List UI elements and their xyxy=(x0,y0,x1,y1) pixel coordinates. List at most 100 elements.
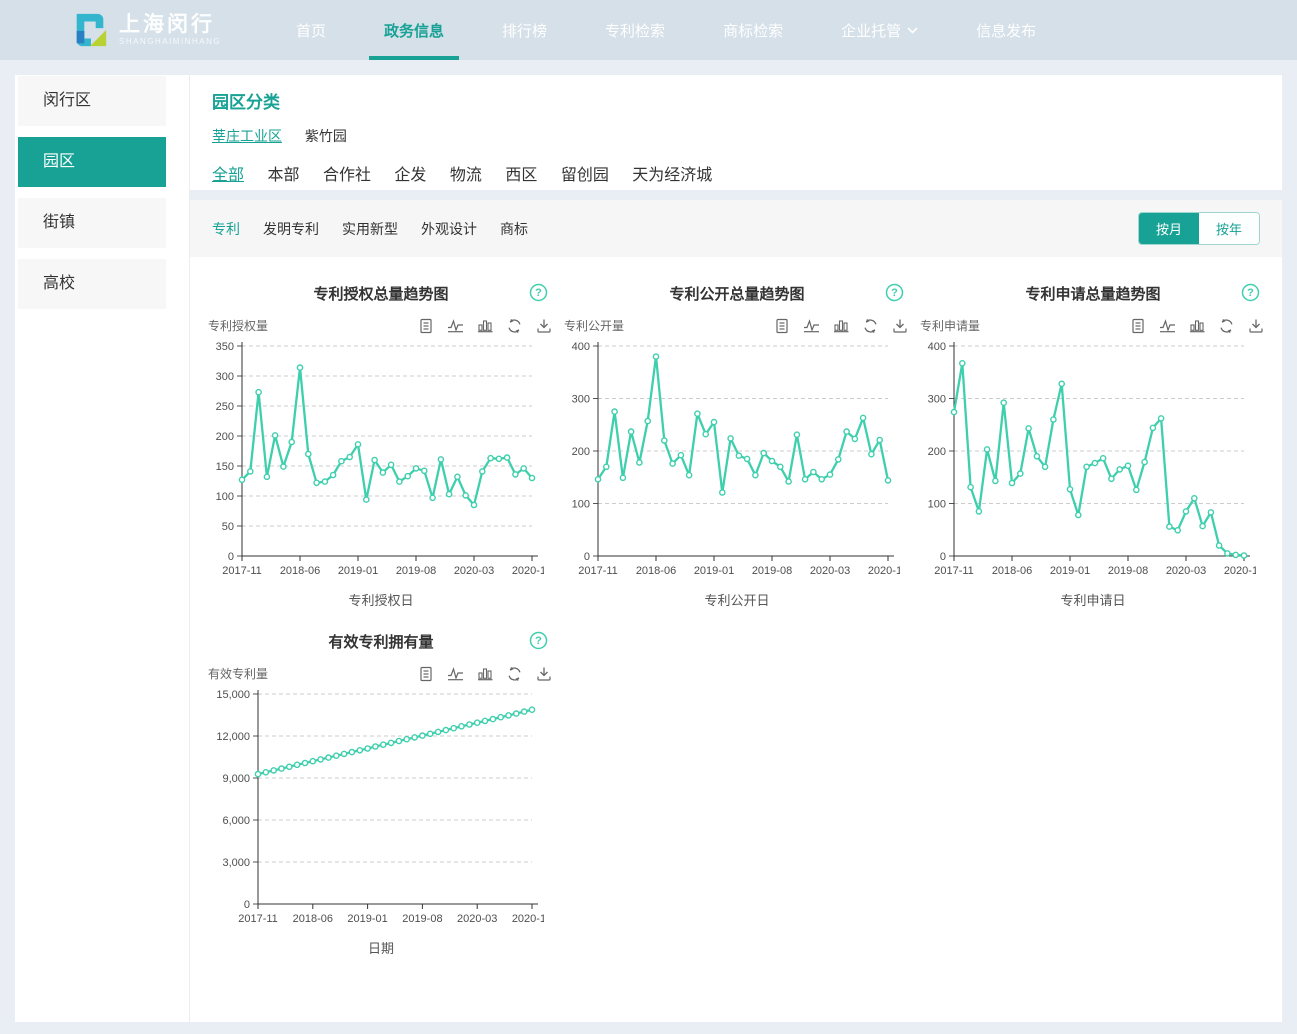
download-icon[interactable] xyxy=(892,318,908,334)
svg-text:400: 400 xyxy=(928,341,946,353)
nav-item-gov-info[interactable]: 政务信息 xyxy=(369,0,459,60)
logo-icon xyxy=(70,11,110,49)
logo[interactable]: 上海闵行 SHANGHAIMINHANG xyxy=(70,0,245,60)
line-chart-plot[interactable]: 0501001502002503003502017-112018-062019-… xyxy=(204,336,544,588)
refresh-icon[interactable] xyxy=(506,666,523,682)
line-chart-icon[interactable] xyxy=(803,318,820,334)
bar-chart-icon[interactable] xyxy=(477,666,493,682)
chart-card-valid-patents: 有效专利拥有量 ? 有效专利量 03,0006,0009,000 xyxy=(204,619,558,957)
svg-text:400: 400 xyxy=(572,341,590,353)
chart-title: 有效专利拥有量 xyxy=(328,631,433,652)
nav-item-home[interactable]: 首页 xyxy=(281,0,341,60)
line-chart-icon[interactable] xyxy=(447,318,464,334)
data-view-icon[interactable] xyxy=(418,666,434,682)
bar-chart-icon[interactable] xyxy=(1189,318,1205,334)
data-view-icon[interactable] xyxy=(1130,318,1146,334)
nav-item-info-publish[interactable]: 信息发布 xyxy=(961,0,1051,60)
svg-text:?: ? xyxy=(891,287,898,299)
svg-text:2020-03: 2020-03 xyxy=(457,913,497,925)
line-chart-plot[interactable]: 01002003004002017-112018-062019-012019-0… xyxy=(560,336,900,588)
line-chart-icon[interactable] xyxy=(447,666,464,682)
nav-item-ranking[interactable]: 排行榜 xyxy=(487,0,562,60)
tab-utility-model[interactable]: 实用新型 xyxy=(342,219,398,239)
svg-text:9,000: 9,000 xyxy=(222,773,250,785)
filter-link-liuchuangyuan[interactable]: 留创园 xyxy=(561,167,609,184)
park-link-xinzhuang[interactable]: 莘庄工业区 xyxy=(212,128,282,144)
tab-patent[interactable]: 专利 xyxy=(212,219,240,239)
page-title: 园区分类 xyxy=(212,88,1260,113)
svg-text:2018-06: 2018-06 xyxy=(636,565,676,577)
help-icon[interactable]: ? xyxy=(529,283,548,302)
svg-text:0: 0 xyxy=(228,551,234,563)
sidebar-item-parks[interactable]: 园区 xyxy=(18,137,166,187)
line-chart-plot[interactable]: 03,0006,0009,00012,00015,0002017-112018-… xyxy=(204,684,544,936)
data-view-icon[interactable] xyxy=(418,318,434,334)
data-view-icon[interactable] xyxy=(774,318,790,334)
yearly-button[interactable]: 按年 xyxy=(1199,213,1259,244)
svg-text:2019-08: 2019-08 xyxy=(396,565,436,577)
filter-link-cooperative[interactable]: 合作社 xyxy=(323,167,371,184)
refresh-icon[interactable] xyxy=(1218,318,1235,334)
help-icon[interactable]: ? xyxy=(1241,283,1260,302)
svg-text:350: 350 xyxy=(216,341,234,353)
nav-item-enterprise-hosting[interactable]: 企业托管 xyxy=(826,0,933,60)
help-icon[interactable]: ? xyxy=(529,631,548,650)
line-chart-icon[interactable] xyxy=(1159,318,1176,334)
x-axis-name: 专利公开日 xyxy=(560,590,914,609)
svg-text:2019-01: 2019-01 xyxy=(347,913,387,925)
svg-text:2017-11: 2017-11 xyxy=(238,913,278,925)
refresh-icon[interactable] xyxy=(862,318,879,334)
svg-text:2020-03: 2020-03 xyxy=(810,565,850,577)
svg-text:2019-01: 2019-01 xyxy=(338,565,378,577)
svg-text:2020-03: 2020-03 xyxy=(1166,565,1206,577)
download-icon[interactable] xyxy=(1248,318,1264,334)
svg-text:12,000: 12,000 xyxy=(216,731,250,743)
nav-item-trademark-search[interactable]: 商标检索 xyxy=(708,0,798,60)
svg-text:300: 300 xyxy=(928,394,946,406)
svg-text:3,000: 3,000 xyxy=(222,857,250,869)
tab-design[interactable]: 外观设计 xyxy=(421,219,477,239)
park-classification-panel: 园区分类 莘庄工业区 紫竹园 全部 本部 合作社 企发 物流 西区 留创园 天为… xyxy=(190,75,1282,190)
filter-link-headquarters[interactable]: 本部 xyxy=(267,167,299,184)
filter-link-tianwei-economic-city[interactable]: 天为经济城 xyxy=(632,167,712,184)
filter-link-west-zone[interactable]: 西区 xyxy=(505,167,537,184)
filter-links-row: 全部 本部 合作社 企发 物流 西区 留创园 天为经济城 xyxy=(212,161,1260,185)
svg-text:2020-10: 2020-10 xyxy=(512,565,544,577)
svg-text:15,000: 15,000 xyxy=(216,689,250,701)
chart-tabs-bar: 专利 发明专利 实用新型 外观设计 商标 按月 按年 xyxy=(190,200,1282,257)
svg-text:2020-03: 2020-03 xyxy=(454,565,494,577)
svg-text:150: 150 xyxy=(216,461,234,473)
monthly-button[interactable]: 按月 xyxy=(1139,213,1199,244)
download-icon[interactable] xyxy=(536,666,552,682)
sidebar-item-minhang-district[interactable]: 闵行区 xyxy=(18,76,166,126)
bar-chart-icon[interactable] xyxy=(477,318,493,334)
filter-link-qifa[interactable]: 企发 xyxy=(394,167,426,184)
tab-invention-patent[interactable]: 发明专利 xyxy=(263,219,319,239)
logo-subtitle: SHANGHAIMINHANG xyxy=(119,38,221,47)
sidebar-item-streets[interactable]: 街镇 xyxy=(18,198,166,248)
filter-link-logistics[interactable]: 物流 xyxy=(450,167,482,184)
y-axis-name: 专利授权量 xyxy=(208,317,268,334)
svg-text:2017-11: 2017-11 xyxy=(934,565,974,577)
svg-text:2017-11: 2017-11 xyxy=(222,565,262,577)
svg-text:100: 100 xyxy=(216,491,234,503)
svg-text:2019-08: 2019-08 xyxy=(402,913,442,925)
download-icon[interactable] xyxy=(536,318,552,334)
tab-trademark[interactable]: 商标 xyxy=(500,219,528,239)
charts-grid: 专利授权总量趋势图 ? 专利授权量 05010015020025 xyxy=(190,257,1282,957)
nav-item-patent-search[interactable]: 专利检索 xyxy=(590,0,680,60)
svg-text:2020-10: 2020-10 xyxy=(512,913,544,925)
filter-link-all[interactable]: 全部 xyxy=(212,167,244,184)
svg-text:200: 200 xyxy=(216,431,234,443)
sidebar-item-universities[interactable]: 高校 xyxy=(18,259,166,309)
svg-text:6,000: 6,000 xyxy=(222,815,250,827)
logo-title: 上海闵行 xyxy=(119,13,221,36)
y-axis-name: 专利公开量 xyxy=(564,317,624,334)
refresh-icon[interactable] xyxy=(506,318,523,334)
line-chart-plot[interactable]: 01002003004002017-112018-062019-012019-0… xyxy=(916,336,1256,588)
bar-chart-icon[interactable] xyxy=(833,318,849,334)
chevron-down-icon xyxy=(907,27,918,34)
park-link-zizhu[interactable]: 紫竹园 xyxy=(305,128,347,144)
help-icon[interactable]: ? xyxy=(885,283,904,302)
patent-type-tabs: 专利 发明专利 实用新型 外观设计 商标 xyxy=(212,219,528,239)
